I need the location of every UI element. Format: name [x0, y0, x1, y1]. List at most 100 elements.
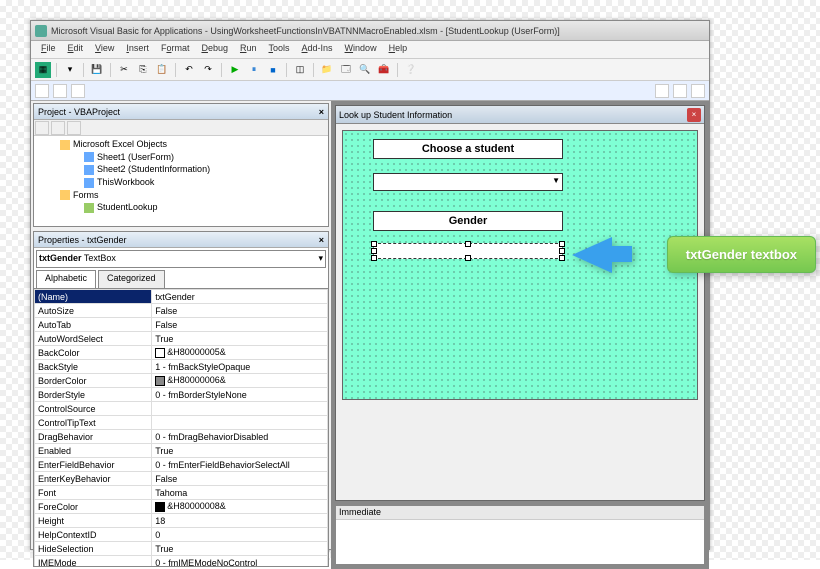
property-row[interactable]: (Name)txtGender: [35, 290, 328, 304]
property-row[interactable]: ControlTipText: [35, 416, 328, 430]
project-explorer-icon[interactable]: 📁: [319, 62, 335, 78]
txtgender-textbox[interactable]: [373, 243, 563, 259]
combo-student[interactable]: [373, 173, 563, 191]
property-row[interactable]: ForeColor&H80000008&: [35, 500, 328, 514]
reset-icon[interactable]: ■: [265, 62, 281, 78]
toolbox-icon[interactable]: 🧰: [376, 62, 392, 78]
menu-debug[interactable]: Debug: [195, 41, 234, 58]
immediate-window[interactable]: Immediate: [335, 505, 705, 565]
help-icon[interactable]: ❔: [403, 62, 419, 78]
property-row[interactable]: DragBehavior0 - fmDragBehaviorDisabled: [35, 430, 328, 444]
view-excel-icon[interactable]: ▦: [35, 62, 51, 78]
tree-studentlookup[interactable]: StudentLookup: [36, 201, 326, 214]
format-toolbar: [31, 81, 709, 101]
resize-handle[interactable]: [371, 255, 377, 261]
insert-icon[interactable]: ▾: [62, 62, 78, 78]
paste-icon[interactable]: 📋: [154, 62, 170, 78]
property-row[interactable]: EnterKeyBehaviorFalse: [35, 472, 328, 486]
property-row[interactable]: EnabledTrue: [35, 444, 328, 458]
menu-run[interactable]: Run: [234, 41, 263, 58]
run-icon[interactable]: ▶: [227, 62, 243, 78]
toolbar: ▦ ▾ 💾 ✂ ⎘ 📋 ↶ ↷ ▶ ⏸ ■ ◫ 📁 🗔 🔍 🧰 ❔: [31, 59, 709, 81]
property-row[interactable]: IMEMode0 - fmIMEModeNoControl: [35, 556, 328, 567]
save-icon[interactable]: 💾: [89, 62, 105, 78]
resize-handle[interactable]: [559, 255, 565, 261]
tab-categorized[interactable]: Categorized: [98, 270, 165, 288]
props-title: Properties - txtGender: [38, 235, 127, 245]
menu-file[interactable]: FFileile: [35, 41, 62, 58]
property-row[interactable]: BackStyle1 - fmBackStyleOpaque: [35, 360, 328, 374]
align-left-icon[interactable]: [655, 84, 669, 98]
app-icon: [35, 25, 47, 37]
project-explorer-panel: Project - VBAProject × Microsoft Excel O…: [33, 103, 329, 227]
properties-icon[interactable]: 🗔: [338, 62, 354, 78]
group-icon[interactable]: [71, 84, 85, 98]
project-panel-title: Project - VBAProject: [38, 107, 120, 117]
resize-handle[interactable]: [465, 241, 471, 247]
tree-sheet1[interactable]: Sheet1 (UserForm): [36, 151, 326, 164]
resize-handle[interactable]: [371, 241, 377, 247]
menubar: FFileile Edit View Insert Format Debug R…: [31, 41, 709, 59]
arrow-icon: [572, 237, 612, 273]
property-row[interactable]: HideSelectionTrue: [35, 542, 328, 556]
align-center-icon[interactable]: [673, 84, 687, 98]
object-selector[interactable]: txtGender TextBox ▾: [36, 250, 326, 268]
project-tree[interactable]: Microsoft Excel Objects Sheet1 (UserForm…: [34, 136, 328, 226]
design-mode-icon[interactable]: ◫: [292, 62, 308, 78]
property-row[interactable]: ControlSource: [35, 402, 328, 416]
label-gender[interactable]: Gender: [373, 211, 563, 231]
align-right-icon[interactable]: [691, 84, 705, 98]
properties-panel: Properties - txtGender × txtGender TextB…: [33, 231, 329, 567]
tree-sheet2[interactable]: Sheet2 (StudentInformation): [36, 163, 326, 176]
property-row[interactable]: BorderStyle0 - fmBorderStyleNone: [35, 388, 328, 402]
menu-addins[interactable]: Add-Ins: [296, 41, 339, 58]
property-row[interactable]: HelpContextID0: [35, 528, 328, 542]
break-icon[interactable]: ⏸: [246, 62, 262, 78]
send-back-icon[interactable]: [53, 84, 67, 98]
label-choose-student[interactable]: Choose a student: [373, 139, 563, 159]
property-row[interactable]: BackColor&H80000005&: [35, 346, 328, 360]
object-browser-icon[interactable]: 🔍: [357, 62, 373, 78]
cut-icon[interactable]: ✂: [116, 62, 132, 78]
property-row[interactable]: Height18: [35, 514, 328, 528]
titlebar[interactable]: Microsoft Visual Basic for Applications …: [31, 21, 709, 41]
design-area: Look up Student Information × Choose a s…: [331, 101, 709, 569]
userform-window: Look up Student Information × Choose a s…: [335, 105, 705, 501]
redo-icon[interactable]: ↷: [200, 62, 216, 78]
bring-front-icon[interactable]: [35, 84, 49, 98]
property-row[interactable]: FontTahoma: [35, 486, 328, 500]
resize-handle[interactable]: [559, 241, 565, 247]
resize-handle[interactable]: [465, 255, 471, 261]
resize-handle[interactable]: [371, 248, 377, 254]
property-row[interactable]: BorderColor&H80000006&: [35, 374, 328, 388]
form-title: Look up Student Information: [339, 110, 452, 120]
tree-workbook[interactable]: ThisWorkbook: [36, 176, 326, 189]
menu-view[interactable]: View: [89, 41, 120, 58]
close-icon[interactable]: ×: [319, 235, 324, 245]
property-row[interactable]: AutoSizeFalse: [35, 304, 328, 318]
copy-icon[interactable]: ⎘: [135, 62, 151, 78]
view-object-icon[interactable]: [51, 121, 65, 135]
menu-insert[interactable]: Insert: [120, 41, 155, 58]
resize-handle[interactable]: [559, 248, 565, 254]
tab-alphabetic[interactable]: Alphabetic: [36, 270, 96, 288]
menu-tools[interactable]: Tools: [263, 41, 296, 58]
property-row[interactable]: EnterFieldBehavior0 - fmEnterFieldBehavi…: [35, 458, 328, 472]
menu-edit[interactable]: Edit: [62, 41, 90, 58]
property-row[interactable]: AutoTabFalse: [35, 318, 328, 332]
property-row[interactable]: AutoWordSelectTrue: [35, 332, 328, 346]
chevron-down-icon: ▾: [318, 253, 323, 265]
tree-folder-forms[interactable]: Forms: [36, 189, 326, 202]
menu-format[interactable]: Format: [155, 41, 196, 58]
vba-window: Microsoft Visual Basic for Applications …: [30, 20, 710, 550]
properties-grid[interactable]: (Name)txtGenderAutoSizeFalseAutoTabFalse…: [34, 288, 328, 566]
menu-window[interactable]: Window: [339, 41, 383, 58]
menu-help[interactable]: Help: [383, 41, 414, 58]
toggle-folders-icon[interactable]: [67, 121, 81, 135]
close-icon[interactable]: ×: [319, 107, 324, 117]
view-code-icon[interactable]: [35, 121, 49, 135]
close-icon[interactable]: ×: [687, 108, 701, 122]
tree-folder-excel-objects[interactable]: Microsoft Excel Objects: [36, 138, 326, 151]
project-toolbar: [34, 120, 328, 136]
undo-icon[interactable]: ↶: [181, 62, 197, 78]
